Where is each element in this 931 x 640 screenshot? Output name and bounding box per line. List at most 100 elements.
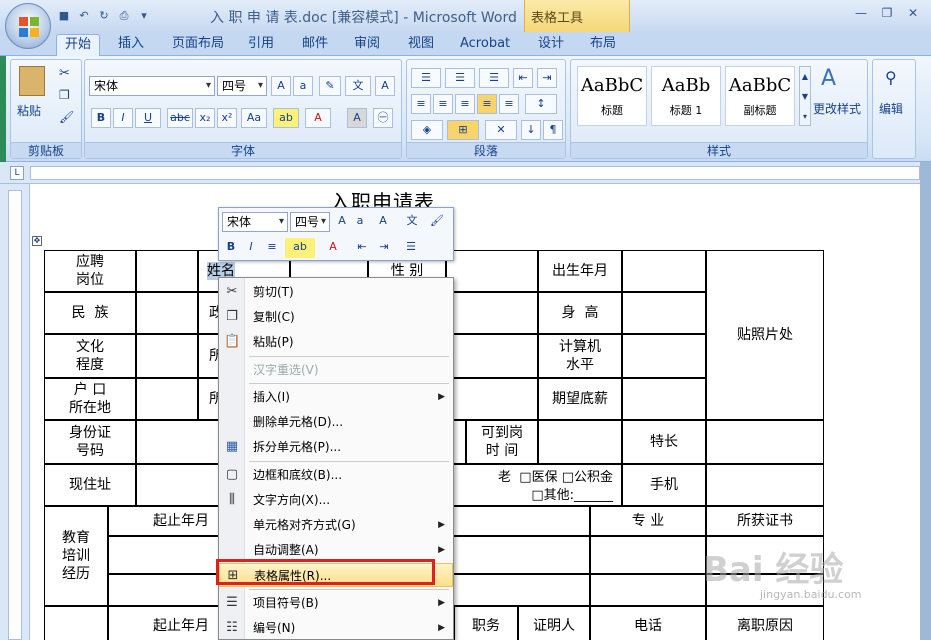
cell-certificates-label[interactable]: 所获证书 [706, 506, 824, 536]
enclose-char-icon[interactable]: ㊀ [373, 108, 393, 128]
change-styles-button[interactable]: 更改样式 [813, 100, 861, 117]
cell-empty[interactable] [622, 250, 706, 292]
menu-item-cell-alignment[interactable]: 单元格对齐方式(G) ▶ [219, 513, 453, 537]
font-family-combo[interactable]: 宋体 [89, 76, 215, 96]
numbering-icon[interactable]: ☰ [445, 68, 475, 88]
cell-empty[interactable] [622, 292, 706, 334]
shrink-font-icon[interactable]: a [293, 76, 313, 96]
menu-item-text-direction[interactable]: ⫼ 文字方向(X)... [219, 488, 453, 512]
cell-empty[interactable] [538, 420, 622, 464]
styles-scroll[interactable]: ▲ ▼ ▾ [799, 66, 811, 126]
show-marks-icon[interactable]: ¶ [543, 120, 563, 140]
binoculars-icon[interactable]: ⚲ [885, 68, 897, 87]
mini-align-icon[interactable]: ≡ [262, 238, 282, 258]
tab-home[interactable]: 开始 [56, 34, 101, 56]
table-move-handle-icon[interactable]: ✥ [32, 236, 42, 246]
format-painter-icon[interactable]: 🖌 [59, 110, 74, 124]
editing-button[interactable]: 编辑 [879, 100, 903, 117]
horizontal-ruler[interactable]: L [0, 162, 931, 184]
mini-grow-font-icon[interactable]: A [333, 212, 351, 232]
tab-review[interactable]: 审阅 [346, 34, 388, 56]
cell-empty[interactable] [44, 606, 108, 640]
tab-layout[interactable]: 布局 [582, 34, 624, 56]
tab-view[interactable]: 视图 [400, 34, 442, 56]
mini-highlight-icon[interactable]: ab [285, 238, 315, 258]
subscript-icon[interactable]: x₂ [195, 108, 215, 128]
qat-customize-icon[interactable]: ▾ [136, 8, 152, 24]
menu-item-numbering[interactable]: ☷ 编号(N) ▶ [219, 616, 453, 640]
menu-item-paste[interactable]: 📋 粘贴(P) [219, 330, 453, 354]
mini-phonetic-icon[interactable]: 文 [399, 212, 425, 232]
cell-mobile-label[interactable]: 手机 [622, 464, 706, 506]
cell-job-title-label[interactable]: 职务 [454, 606, 518, 640]
cell-phone-label[interactable]: 电话 [590, 606, 706, 640]
paste-button[interactable]: 粘贴 [17, 102, 41, 119]
mini-bullets-icon[interactable]: ☰ [397, 238, 425, 258]
cell-empty[interactable] [136, 334, 198, 378]
save-icon[interactable]: ■ [56, 8, 72, 24]
cell-empty[interactable] [590, 536, 706, 574]
print-icon[interactable]: ⎙ [116, 8, 132, 24]
justify-icon[interactable]: ≡ [477, 94, 497, 114]
cell-education-label[interactable]: 文化 程度 [44, 334, 136, 378]
cell-empty[interactable] [446, 378, 538, 420]
cell-empty[interactable] [590, 574, 706, 606]
align-center-icon[interactable]: ≡ [433, 94, 453, 114]
line-spacing-icon[interactable]: ↕ [525, 94, 557, 114]
sort-icon[interactable]: ↓ [521, 120, 541, 140]
cell-specialty-label[interactable]: 特长 [622, 420, 706, 464]
borders-icon[interactable]: ⊞ [447, 120, 479, 140]
clear-format-icon[interactable]: ✎ [319, 76, 341, 96]
cell-empty[interactable] [706, 420, 824, 464]
decrease-indent-icon[interactable]: ⇤ [513, 68, 533, 88]
cell-empty[interactable] [446, 292, 538, 334]
cell-reference-label[interactable]: 证明人 [518, 606, 590, 640]
mini-italic-icon[interactable]: I [242, 238, 260, 258]
cell-id-label[interactable]: 身份证 号码 [44, 420, 136, 464]
menu-item-bullets[interactable]: ☰ 项目符号(B) ▶ [219, 591, 453, 615]
cell-empty[interactable] [136, 378, 198, 420]
cell-empty[interactable] [706, 464, 824, 506]
style-subtitle[interactable]: AaBbC 副标题 [725, 66, 795, 126]
highlight-icon[interactable]: ab [273, 108, 299, 128]
align-left-icon[interactable]: ≡ [411, 94, 431, 114]
redo-icon[interactable]: ↻ [96, 8, 112, 24]
minimize-icon[interactable]: — [849, 4, 873, 22]
cell-edu-major-label[interactable]: 专 业 [590, 506, 706, 536]
cell-residence-label[interactable]: 现住址 [44, 464, 136, 506]
cell-hukou-label[interactable]: 户 口 所在地 [44, 378, 136, 420]
mini-size-combo[interactable]: 四号 [290, 212, 330, 232]
bold-icon[interactable]: B [91, 108, 111, 128]
mini-decrease-indent-icon[interactable]: ⇤ [353, 238, 371, 258]
mini-font-color-icon[interactable]: A [319, 238, 347, 258]
vertical-ruler[interactable] [0, 184, 30, 640]
shading-icon[interactable]: ◈ [411, 120, 443, 140]
menu-item-cut[interactable]: ✂ 剪切(T) [219, 280, 453, 304]
cell-empty[interactable] [622, 378, 706, 420]
tab-selector-icon[interactable]: L [10, 166, 24, 180]
tab-insert[interactable]: 插入 [110, 34, 152, 56]
phonetic-guide-icon[interactable]: 文 [345, 76, 371, 96]
menu-item-insert[interactable]: 插入(I) ▶ [219, 385, 453, 409]
mini-increase-indent-icon[interactable]: ⇥ [375, 238, 393, 258]
tab-mailings[interactable]: 邮件 [294, 34, 336, 56]
cell-empty[interactable] [622, 334, 706, 378]
cell-salary-label[interactable]: 期望底薪 [538, 378, 622, 420]
mini-styles-icon[interactable]: A [371, 212, 395, 232]
office-button[interactable] [5, 3, 51, 49]
strikethrough-icon[interactable]: abc [167, 108, 193, 128]
superscript-icon[interactable]: x² [217, 108, 237, 128]
mini-shrink-font-icon[interactable]: a [351, 212, 369, 232]
cell-start-date-label[interactable]: 可到岗 时 间 [466, 420, 538, 464]
menu-item-table-properties[interactable]: ⊞ 表格属性(R)... [219, 563, 453, 587]
align-right-icon[interactable]: ≡ [455, 94, 475, 114]
cut-icon[interactable]: ✂ [59, 66, 70, 81]
copy-icon[interactable]: ❐ [59, 88, 70, 102]
tab-page-layout[interactable]: 页面布局 [164, 34, 232, 56]
style-title[interactable]: AaBbC 标题 [577, 66, 647, 126]
mini-bold-icon[interactable]: B [222, 238, 240, 258]
font-size-combo[interactable]: 四号 [217, 76, 267, 96]
restore-icon[interactable]: ❐ [875, 4, 899, 22]
cell-birth-label[interactable]: 出生年月 [538, 250, 622, 292]
style-heading-1[interactable]: AaBb 标题 1 [651, 66, 721, 126]
